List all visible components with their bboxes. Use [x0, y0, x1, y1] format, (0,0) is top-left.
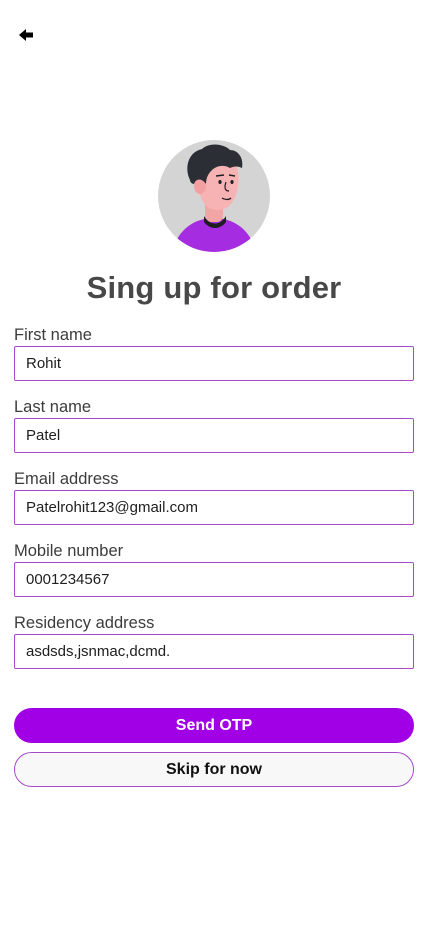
page-title: Sing up for order: [86, 270, 342, 305]
mobile-input[interactable]: [14, 562, 414, 597]
residency-field-group: Residency address: [14, 613, 414, 669]
email-label: Email address: [14, 470, 119, 488]
back-button[interactable]: [16, 26, 38, 44]
first-name-label: First name: [14, 326, 92, 344]
last-name-label: Last name: [14, 398, 92, 416]
avatar: [158, 140, 270, 252]
last-name-field-group: Last name: [14, 397, 414, 453]
first-name-input[interactable]: [14, 346, 414, 381]
mobile-label: Mobile number: [14, 542, 124, 560]
residency-label: Residency address: [14, 614, 155, 632]
email-input[interactable]: [14, 490, 414, 525]
mobile-field-group: Mobile number: [14, 541, 414, 597]
arrow-left-icon: [19, 29, 33, 41]
skip-button[interactable]: Skip for now: [14, 752, 414, 787]
first-name-field-group: First name: [14, 325, 414, 381]
user-avatar-illustration: [172, 144, 256, 252]
signup-screen: Sing up for order First name Last name E…: [0, 0, 428, 926]
residency-input[interactable]: [14, 634, 414, 669]
email-field-group: Email address: [14, 469, 414, 525]
send-otp-button[interactable]: Send OTP: [14, 708, 414, 743]
last-name-input[interactable]: [14, 418, 414, 453]
